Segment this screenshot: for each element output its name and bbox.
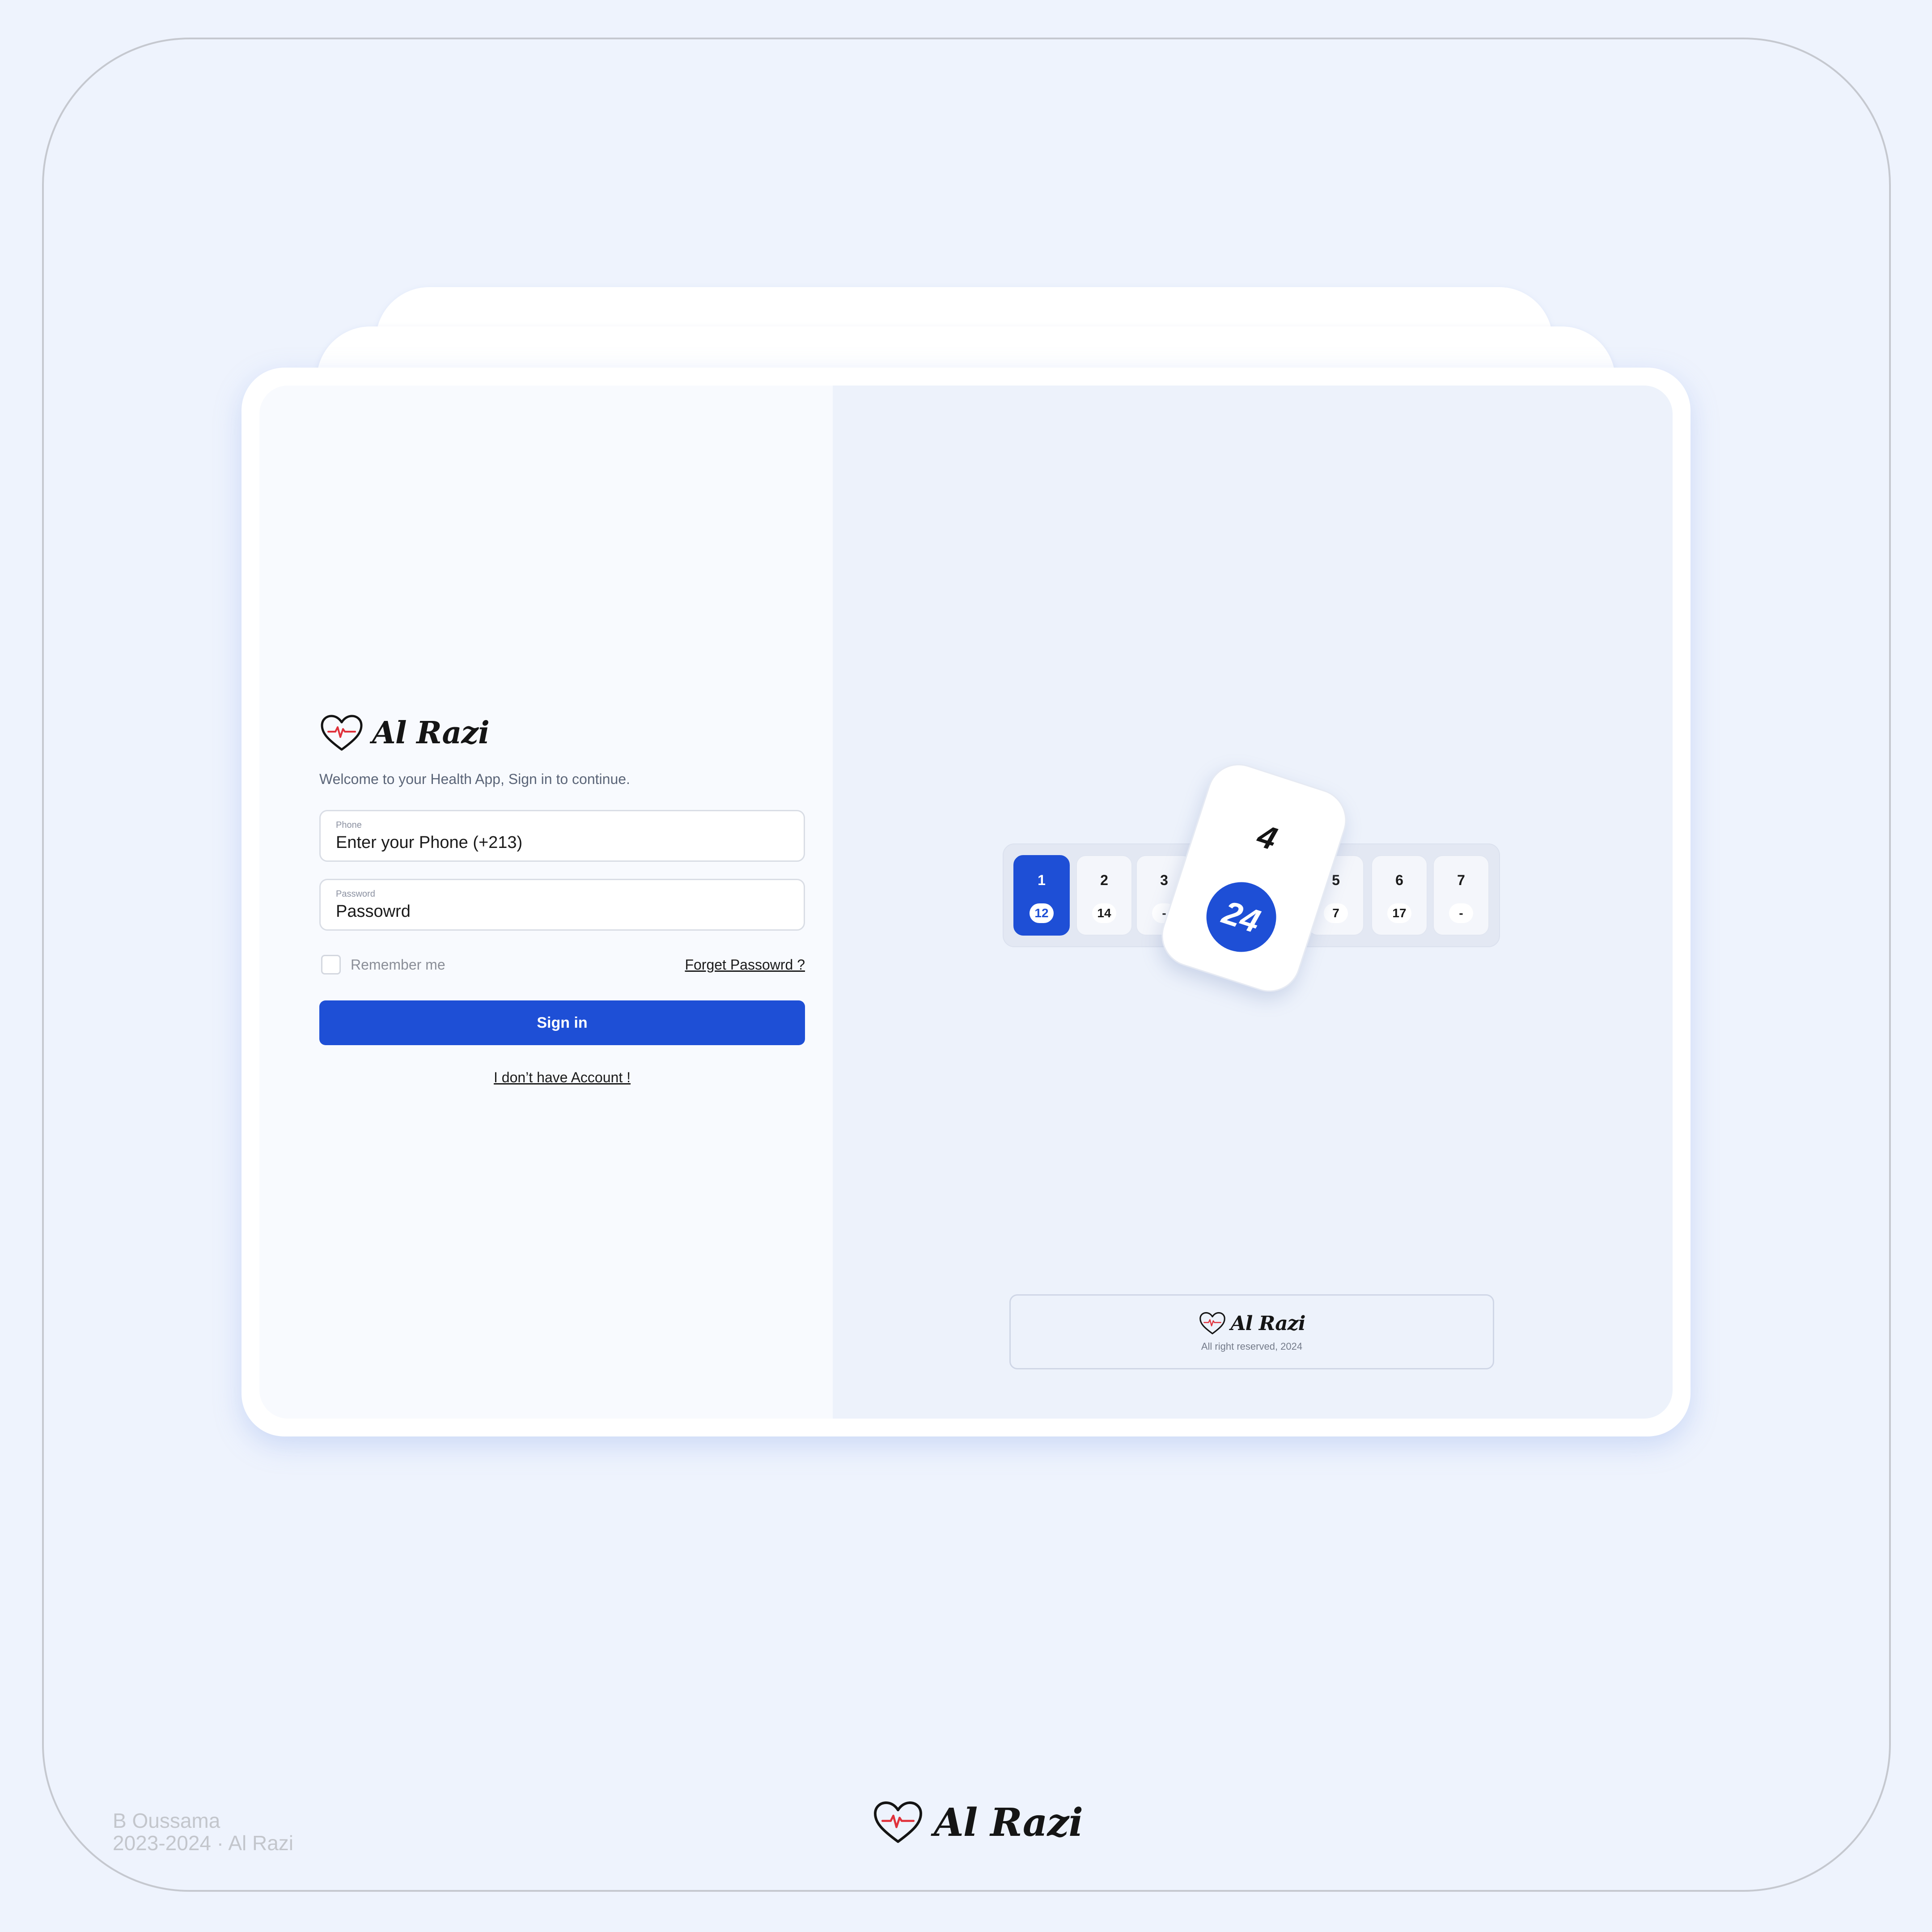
day-card-6[interactable]: 6 17 [1371, 855, 1428, 936]
credit-line: 2023-2024 · Al Razi [113, 1831, 294, 1855]
illustration-pane: 1 12 2 14 3 - 4 24 5 7 [833, 386, 1673, 1419]
no-account-link[interactable]: I don’t have Account ! [319, 1069, 805, 1086]
day-card-7[interactable]: 7 - [1433, 855, 1489, 936]
forget-password-link[interactable]: Forget Passowrd ? [685, 957, 805, 973]
phone-field[interactable]: Phone Enter your Phone (+213) [319, 810, 805, 862]
heart-pulse-icon [874, 1801, 922, 1843]
brand-name: Al Razi [372, 715, 490, 751]
phone-input[interactable]: Enter your Phone (+213) [336, 833, 788, 852]
password-input[interactable]: Passowrd [336, 902, 788, 921]
heart-pulse-icon [1199, 1312, 1225, 1335]
day-number: 2 [1100, 872, 1108, 888]
remember-me[interactable]: Remember me [319, 955, 445, 974]
bottom-logo: Al Razi [872, 1800, 1083, 1845]
day-count: - [1449, 903, 1473, 923]
day-number: 7 [1457, 872, 1465, 888]
login-form: Al Razi Welcome to your Health App, Sign… [319, 713, 805, 1086]
logo: Al Razi [319, 713, 805, 753]
login-pane: Al Razi Welcome to your Health App, Sign… [259, 386, 833, 1419]
password-field[interactable]: Password Passowrd [319, 879, 805, 931]
day-count: 7 [1324, 903, 1348, 923]
footer-brand-name: Al Razi [1230, 1312, 1306, 1335]
phone-label: Phone [336, 820, 362, 830]
day-number: 6 [1395, 872, 1403, 888]
password-label: Password [336, 889, 375, 899]
remember-checkbox[interactable] [321, 955, 341, 974]
selected-day-number: 4 [1253, 818, 1281, 857]
day-number: 1 [1038, 872, 1046, 888]
day-card-1[interactable]: 1 12 [1013, 855, 1070, 936]
footer-card: Al Razi All right reserved, 2024 [1009, 1294, 1494, 1369]
selected-day-count: 24 [1197, 873, 1285, 961]
welcome-text: Welcome to your Health App, Sign in to c… [319, 771, 630, 787]
day-card-2[interactable]: 2 14 [1076, 855, 1132, 936]
form-options: Remember me Forget Passowrd ? [319, 955, 805, 974]
remember-label: Remember me [351, 956, 445, 973]
day-count: 14 [1092, 903, 1116, 923]
app-window: Al Razi Welcome to your Health App, Sign… [242, 368, 1690, 1436]
sign-in-button[interactable]: Sign in [319, 1000, 805, 1045]
copyright-text: All right reserved, 2024 [1201, 1341, 1303, 1352]
author-credit: B Oussama 2023-2024 · Al Razi [113, 1809, 293, 1854]
footer-logo: Al Razi [1199, 1311, 1305, 1335]
author-name: B Oussama [113, 1809, 220, 1832]
bottom-brand-name: Al Razi [934, 1800, 1083, 1845]
day-count: 17 [1387, 903, 1411, 923]
heart-pulse-icon [321, 715, 363, 751]
selected-day-card[interactable]: 4 24 [1153, 756, 1355, 1000]
app-screen: Al Razi Welcome to your Health App, Sign… [259, 386, 1673, 1419]
day-count: 12 [1030, 903, 1054, 923]
